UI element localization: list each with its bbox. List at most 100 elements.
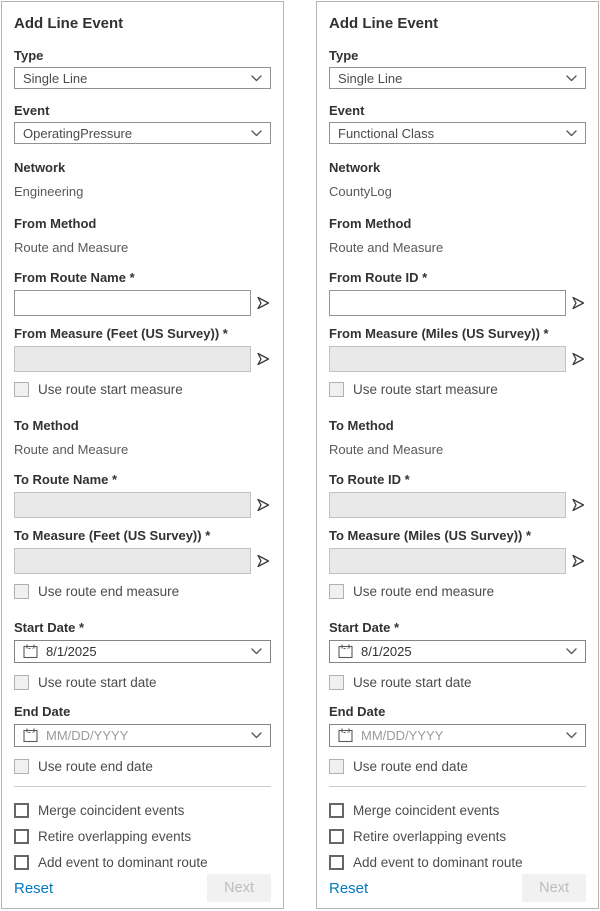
to-method-label: To Method — [329, 418, 586, 434]
map-select-arrow-icon[interactable] — [255, 295, 271, 311]
type-select[interactable]: Single Line — [14, 67, 271, 89]
end-date-select[interactable]: MM/DD/YYYY — [14, 724, 271, 747]
map-select-arrow-icon — [255, 497, 271, 513]
map-select-arrow-icon — [255, 553, 271, 569]
from-measure-input — [14, 346, 251, 372]
calendar-icon — [338, 644, 353, 659]
type-label: Type — [329, 48, 586, 64]
from-measure-input — [329, 346, 566, 372]
add-dominant-row: Add event to dominant route — [14, 854, 271, 871]
from-measure-label: From Measure (Feet (US Survey)) * — [14, 326, 271, 342]
use-route-end-date-label: Use route end date — [38, 758, 153, 775]
use-route-end-date-row: Use route end date — [329, 758, 586, 775]
chevron-down-icon — [566, 75, 577, 82]
retire-overlapping-checkbox[interactable] — [329, 829, 344, 844]
chevron-down-icon — [251, 75, 262, 82]
use-route-start-measure-checkbox — [329, 382, 344, 397]
end-date-placeholder: MM/DD/YYYY — [361, 728, 558, 743]
end-date-label: End Date — [14, 704, 271, 720]
use-route-start-date-checkbox — [14, 675, 29, 690]
to-measure-label: To Measure (Miles (US Survey)) * — [329, 528, 586, 544]
use-route-end-measure-checkbox — [329, 584, 344, 599]
chevron-down-icon — [251, 648, 262, 655]
retire-overlapping-checkbox[interactable] — [14, 829, 29, 844]
merge-coincident-checkbox[interactable] — [329, 803, 344, 818]
retire-overlapping-row: Retire overlapping events — [329, 828, 586, 845]
add-dominant-label: Add event to dominant route — [353, 854, 523, 871]
panel-footer: Reset Next — [14, 874, 271, 904]
to-method-value: Route and Measure — [329, 443, 586, 457]
network-label: Network — [14, 160, 271, 176]
add-line-event-panel-left: Add Line Event Type Single Line Event Op… — [1, 1, 284, 909]
add-dominant-row: Add event to dominant route — [329, 854, 586, 871]
start-date-select[interactable]: 8/1/2025 — [14, 640, 271, 663]
use-route-end-measure-row: Use route end measure — [329, 583, 586, 600]
page-title: Add Line Event — [14, 15, 271, 33]
use-route-end-date-label: Use route end date — [353, 758, 468, 775]
use-route-start-measure-row: Use route start measure — [14, 381, 271, 398]
start-date-select[interactable]: 8/1/2025 — [329, 640, 586, 663]
chevron-down-icon — [566, 648, 577, 655]
end-date-placeholder: MM/DD/YYYY — [46, 728, 243, 743]
next-button: Next — [207, 874, 271, 902]
merge-coincident-checkbox[interactable] — [14, 803, 29, 818]
use-route-end-measure-checkbox — [14, 584, 29, 599]
type-select-value: Single Line — [338, 71, 402, 86]
use-route-start-date-label: Use route start date — [38, 674, 157, 691]
event-select[interactable]: OperatingPressure — [14, 122, 271, 144]
retire-overlapping-row: Retire overlapping events — [14, 828, 271, 845]
use-route-start-measure-checkbox — [14, 382, 29, 397]
from-route-input[interactable] — [329, 290, 566, 316]
add-dominant-checkbox[interactable] — [14, 855, 29, 870]
calendar-icon — [23, 728, 38, 743]
calendar-icon — [338, 728, 353, 743]
map-select-arrow-icon[interactable] — [570, 295, 586, 311]
merge-coincident-label: Merge coincident events — [38, 802, 184, 819]
chevron-down-icon — [251, 130, 262, 137]
from-method-label: From Method — [14, 216, 271, 232]
add-line-event-panel-right: Add Line Event Type Single Line Event Fu… — [316, 1, 599, 909]
chevron-down-icon — [251, 732, 262, 739]
start-date-value: 8/1/2025 — [46, 644, 243, 659]
divider — [329, 786, 586, 787]
start-date-label: Start Date * — [329, 620, 586, 636]
to-route-input — [329, 492, 566, 518]
use-route-start-date-label: Use route start date — [353, 674, 472, 691]
end-date-select[interactable]: MM/DD/YYYY — [329, 724, 586, 747]
event-label: Event — [329, 103, 586, 119]
to-route-label: To Route ID * — [329, 472, 586, 488]
to-measure-label: To Measure (Feet (US Survey)) * — [14, 528, 271, 544]
merge-coincident-row: Merge coincident events — [329, 802, 586, 819]
type-select[interactable]: Single Line — [329, 67, 586, 89]
event-select[interactable]: Functional Class — [329, 122, 586, 144]
use-route-start-date-row: Use route start date — [14, 674, 271, 691]
divider — [14, 786, 271, 787]
use-route-start-measure-row: Use route start measure — [329, 381, 586, 398]
from-route-input[interactable] — [14, 290, 251, 316]
use-route-start-date-checkbox — [329, 675, 344, 690]
add-dominant-checkbox[interactable] — [329, 855, 344, 870]
network-value: Engineering — [14, 185, 271, 199]
event-select-value: Functional Class — [338, 126, 434, 141]
reset-link[interactable]: Reset — [329, 880, 368, 897]
page: Add Line Event Type Single Line Event Op… — [0, 0, 600, 909]
page-title: Add Line Event — [329, 15, 586, 33]
retire-overlapping-label: Retire overlapping events — [38, 828, 191, 845]
from-method-label: From Method — [329, 216, 586, 232]
next-button: Next — [522, 874, 586, 902]
from-measure-label: From Measure (Miles (US Survey)) * — [329, 326, 586, 342]
to-method-value: Route and Measure — [14, 443, 271, 457]
use-route-start-date-row: Use route start date — [329, 674, 586, 691]
use-route-start-measure-label: Use route start measure — [38, 381, 183, 398]
network-value: CountyLog — [329, 185, 586, 199]
reset-link[interactable]: Reset — [14, 880, 53, 897]
event-select-value: OperatingPressure — [23, 126, 132, 141]
retire-overlapping-label: Retire overlapping events — [353, 828, 506, 845]
calendar-icon — [23, 644, 38, 659]
from-route-label: From Route ID * — [329, 270, 586, 286]
event-label: Event — [14, 103, 271, 119]
panel-footer: Reset Next — [329, 874, 586, 904]
merge-coincident-label: Merge coincident events — [353, 802, 499, 819]
to-route-label: To Route Name * — [14, 472, 271, 488]
map-select-arrow-icon — [255, 351, 271, 367]
